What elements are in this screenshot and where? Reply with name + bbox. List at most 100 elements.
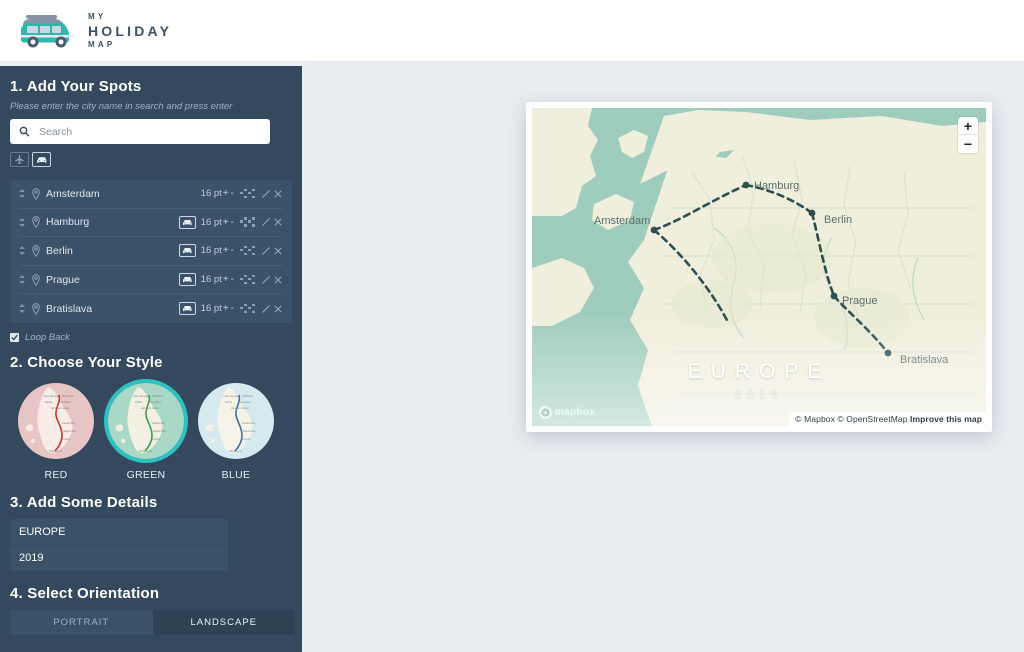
reorder-handle[interactable] bbox=[19, 304, 28, 313]
app-root: MY HOLIDAY MAP 1. Add Your Spots Please … bbox=[0, 0, 1024, 652]
brand-line-3: MAP bbox=[88, 41, 172, 49]
delete-close-icon[interactable] bbox=[273, 246, 283, 256]
zoom-out-button[interactable]: − bbox=[958, 135, 978, 153]
mapbox-logo[interactable]: mapbox bbox=[539, 406, 595, 419]
spot-name: Amsterdam bbox=[46, 188, 201, 200]
checkmark-icon bbox=[11, 334, 18, 341]
spot-transport-car-button[interactable] bbox=[179, 273, 196, 286]
edit-pencil-icon[interactable] bbox=[261, 304, 271, 314]
reorder-handle[interactable] bbox=[19, 246, 28, 255]
drag-dots-icon[interactable] bbox=[239, 216, 255, 228]
drag-dots-icon[interactable] bbox=[239, 274, 255, 286]
map-subtitle-input[interactable] bbox=[10, 545, 228, 571]
svg-text:Cape Reinga: Cape Reinga bbox=[133, 394, 149, 398]
table-row[interactable]: Bratislava 16 pt + - bbox=[19, 294, 283, 323]
loop-back-label: Loop Back bbox=[25, 332, 70, 343]
svg-text:Westbound: Westbound bbox=[139, 449, 153, 453]
spot-pt: 16 pt bbox=[201, 303, 222, 314]
loop-back-row[interactable]: Loop Back bbox=[10, 332, 292, 343]
map-thumbnail-icon: Cape ReingaNorthland PaihiaAuckland Hami… bbox=[18, 383, 94, 459]
style-option-green[interactable]: Cape ReingaNorthland PaihiaAuckland Hami… bbox=[108, 383, 184, 481]
search-input[interactable] bbox=[39, 126, 261, 138]
orientation-portrait-button[interactable]: PORTRAIT bbox=[10, 610, 153, 635]
spot-transport-car-button[interactable] bbox=[179, 216, 196, 229]
spot-pt: 16 pt bbox=[201, 245, 222, 256]
orientation-landscape-button[interactable]: LANDSCAPE bbox=[153, 610, 296, 635]
style-thumbnail: Cape ReingaNorthland PaihiaAuckland Hami… bbox=[18, 383, 94, 459]
move-up-icon[interactable] bbox=[19, 218, 25, 221]
map-poster-year: 2019 bbox=[532, 388, 986, 400]
svg-text:Cape Reinga: Cape Reinga bbox=[43, 394, 59, 398]
spot-pt-decrease[interactable]: - bbox=[231, 217, 234, 228]
move-up-icon[interactable] bbox=[19, 246, 25, 249]
move-down-icon[interactable] bbox=[19, 252, 25, 255]
reorder-handle[interactable] bbox=[19, 275, 28, 284]
spot-pt-decrease[interactable]: - bbox=[231, 303, 234, 314]
section-4-title: 4. Select Orientation bbox=[10, 585, 292, 602]
spot-pt-increase[interactable]: + bbox=[223, 274, 229, 285]
svg-text:Hamilton Island: Hamilton Island bbox=[141, 406, 159, 410]
reorder-handle[interactable] bbox=[19, 218, 28, 227]
car-icon bbox=[182, 218, 193, 227]
loop-back-checkbox[interactable] bbox=[10, 333, 19, 342]
table-row[interactable]: Berlin 16 pt + - bbox=[19, 237, 283, 266]
move-up-icon[interactable] bbox=[19, 275, 25, 278]
edit-pencil-icon[interactable] bbox=[261, 275, 271, 285]
spot-pt-decrease[interactable]: - bbox=[231, 274, 234, 285]
style-options: Cape ReingaNorthland PaihiaAuckland Hami… bbox=[10, 383, 292, 481]
table-row[interactable]: Prague 16 pt + - bbox=[19, 266, 283, 295]
style-option-blue[interactable]: Cape ReingaNorthland PaihiaAuckland Hami… bbox=[198, 383, 274, 481]
spot-transport-car-button[interactable] bbox=[179, 244, 196, 257]
edit-pencil-icon[interactable] bbox=[261, 189, 271, 199]
spot-pt-increase[interactable]: + bbox=[223, 245, 229, 256]
svg-text:Hawke Bay: Hawke Bay bbox=[242, 421, 256, 425]
improve-map-link[interactable]: Improve this map bbox=[910, 414, 982, 424]
delete-close-icon[interactable] bbox=[273, 275, 283, 285]
spot-pt-increase[interactable]: + bbox=[223, 217, 229, 228]
map-poster-frame: Amsterdam Hamburg Berlin Prague Bratisla… bbox=[526, 102, 992, 432]
edit-pencil-icon[interactable] bbox=[261, 217, 271, 227]
spot-pt-decrease[interactable]: - bbox=[231, 245, 234, 256]
move-down-icon[interactable] bbox=[19, 310, 25, 313]
attribution-copyright: © Mapbox © OpenStreetMap bbox=[795, 414, 907, 424]
spot-pt-increase[interactable]: + bbox=[223, 303, 229, 314]
brand-line-1: MY bbox=[88, 13, 172, 21]
style-thumbnail: Cape ReingaNorthland PaihiaAuckland Hami… bbox=[108, 383, 184, 459]
move-down-icon[interactable] bbox=[19, 195, 25, 198]
brand-logo[interactable]: MY HOLIDAY MAP bbox=[0, 11, 172, 51]
location-pin-icon bbox=[31, 188, 41, 200]
transport-mode-plane[interactable] bbox=[10, 152, 29, 167]
brand-line-2: HOLIDAY bbox=[88, 24, 172, 38]
move-up-icon[interactable] bbox=[19, 189, 25, 192]
edit-pencil-icon[interactable] bbox=[261, 246, 271, 256]
table-row[interactable]: Amsterdam 16 pt + - bbox=[19, 180, 283, 209]
section-1-title: 1. Add Your Spots bbox=[10, 78, 292, 95]
delete-close-icon[interactable] bbox=[273, 189, 283, 199]
move-up-icon[interactable] bbox=[19, 304, 25, 307]
drag-dots-icon[interactable] bbox=[239, 188, 255, 200]
move-down-icon[interactable] bbox=[19, 281, 25, 284]
zoom-in-button[interactable]: + bbox=[958, 117, 978, 135]
search-box[interactable] bbox=[10, 119, 270, 144]
spot-pt-decrease[interactable]: - bbox=[231, 188, 234, 199]
style-option-red[interactable]: Cape ReingaNorthland PaihiaAuckland Hami… bbox=[18, 383, 94, 481]
drag-dots-icon[interactable] bbox=[239, 245, 255, 257]
transport-mode-car[interactable] bbox=[32, 152, 51, 167]
svg-text:Northland: Northland bbox=[62, 394, 74, 398]
style-label: BLUE bbox=[198, 469, 274, 481]
table-row[interactable]: Hamburg 16 pt + - bbox=[19, 209, 283, 238]
drag-dots-icon[interactable] bbox=[239, 303, 255, 315]
delete-close-icon[interactable] bbox=[273, 304, 283, 314]
map-viewport[interactable]: Amsterdam Hamburg Berlin Prague Bratisla… bbox=[532, 108, 986, 426]
map-label-berlin: Berlin bbox=[824, 214, 852, 226]
spot-name: Hamburg bbox=[46, 216, 179, 228]
move-down-icon[interactable] bbox=[19, 224, 25, 227]
spot-transport-car-button[interactable] bbox=[179, 302, 196, 315]
map-title-input[interactable] bbox=[10, 519, 228, 545]
reorder-handle[interactable] bbox=[19, 189, 28, 198]
delete-close-icon[interactable] bbox=[273, 217, 283, 227]
car-icon bbox=[182, 246, 193, 255]
svg-text:Westbound: Westbound bbox=[229, 449, 243, 453]
spots-list: Amsterdam 16 pt + - bbox=[10, 180, 292, 323]
spot-pt-increase[interactable]: + bbox=[223, 188, 229, 199]
